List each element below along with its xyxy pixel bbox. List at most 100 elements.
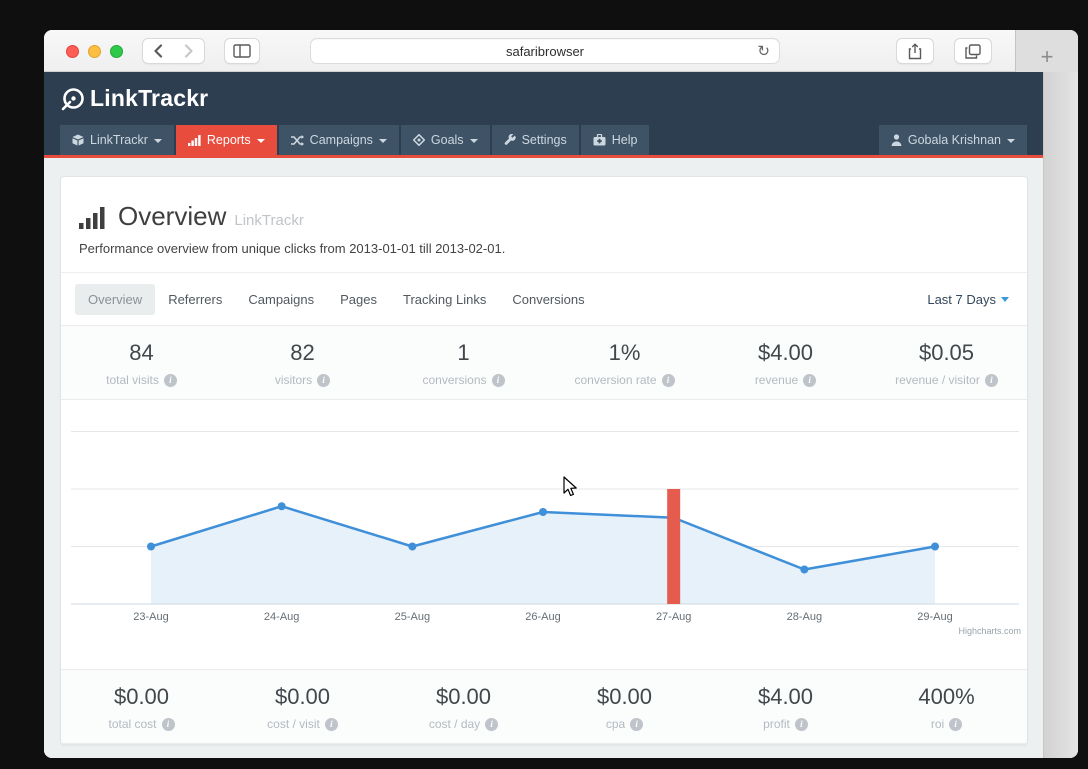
nav-label: Campaigns [309, 133, 373, 147]
svg-text:25-Aug: 25-Aug [395, 611, 430, 623]
date-range-label: Last 7 Days [927, 292, 996, 307]
nav-item-reports[interactable]: Reports [175, 125, 277, 155]
close-window-button[interactable] [66, 45, 79, 58]
zoom-window-button[interactable] [110, 45, 123, 58]
main-nav: LinkTrackr Reports Campaigns Goals Setti [44, 125, 1043, 158]
svg-text:23-Aug: 23-Aug [133, 611, 168, 623]
overview-card: Overview LinkTrackr Performance overview… [60, 176, 1028, 745]
stat-revenue-per-visitor: $0.05 revenue / visitor i [866, 340, 1027, 387]
goal-diamond-icon [412, 134, 425, 146]
minimize-window-button[interactable] [88, 45, 101, 58]
stat-value: 400% [918, 684, 975, 709]
nav-label: Settings [521, 133, 567, 147]
stat-label: conversion rate [574, 373, 657, 387]
info-icon[interactable]: i [794, 717, 808, 731]
stat-label: conversions [422, 373, 487, 387]
info-icon[interactable]: i [324, 717, 338, 731]
stat-total-cost: $0.00 total cost i [61, 684, 222, 731]
svg-text:27-Aug: 27-Aug [656, 611, 691, 623]
stat-value: $4.00 [757, 340, 814, 365]
info-icon[interactable]: i [949, 717, 963, 731]
nav-item-campaigns[interactable]: Campaigns [278, 125, 399, 155]
stat-conversions: 1 conversions i [383, 340, 544, 387]
nav-item-goals[interactable]: Goals [400, 125, 490, 155]
page-title: Overview [118, 201, 227, 231]
info-icon[interactable]: i [984, 373, 998, 387]
new-tab-area: + [1015, 30, 1078, 72]
stat-value: $0.05 [918, 340, 975, 365]
stat-label: total visits [106, 373, 159, 387]
back-button[interactable] [142, 38, 174, 64]
visits-chart: 23-Aug 24-Aug 25-Aug 26-Aug 27-Aug 28-Aug 29-A… [71, 431, 1021, 636]
stat-label: visitors [274, 373, 313, 387]
shuffle-icon [290, 134, 304, 146]
svg-text:24-Aug: 24-Aug [264, 611, 299, 623]
forward-button[interactable] [173, 38, 205, 64]
chevron-down-icon [378, 138, 387, 143]
stat-value: $4.00 [757, 684, 814, 709]
stat-roi: 400% roi i [866, 684, 1027, 731]
new-tab-button[interactable]: + [1041, 42, 1054, 72]
date-range-selector[interactable]: Last 7 Days [927, 292, 1013, 307]
browser-titlebar: safaribrowser ↻ + [44, 30, 1078, 72]
user-icon [891, 134, 902, 146]
info-icon[interactable]: i [803, 373, 817, 387]
browser-window: safaribrowser ↻ + LinkTrackr LinkTrackr [44, 30, 1078, 758]
report-tabs: Overview Referrers Campaigns Pages Track… [61, 273, 1027, 325]
tab-conversions[interactable]: Conversions [499, 284, 597, 315]
chevron-right-icon [184, 44, 193, 58]
page-title-suffix: LinkTrackr [234, 212, 304, 229]
stat-value: 1 [457, 340, 470, 365]
stat-label: cost / day [428, 717, 481, 731]
address-bar[interactable]: safaribrowser ↻ [310, 38, 780, 64]
tab-campaigns[interactable]: Campaigns [235, 284, 327, 315]
page-subtitle: Performance overview from unique clicks … [79, 241, 506, 256]
nav-item-settings[interactable]: Settings [491, 125, 579, 155]
stat-value: $0.00 [274, 684, 331, 709]
chevron-down-icon [469, 138, 478, 143]
svg-text:29-Aug: 29-Aug [917, 611, 952, 623]
user-menu[interactable]: Gobala Krishnan [878, 125, 1027, 155]
card-header: Overview LinkTrackr Performance overview… [61, 177, 1027, 273]
tab-referrers[interactable]: Referrers [155, 284, 235, 315]
wrench-icon [504, 134, 516, 145]
show-tabs-button[interactable] [954, 38, 992, 64]
svg-text:Highcharts.com: Highcharts.com [958, 626, 1021, 636]
reload-icon[interactable]: ↻ [757, 42, 770, 60]
sidebar-toggle-button[interactable] [224, 38, 260, 64]
stat-cost-per-visit: $0.00 cost / visit i [222, 684, 383, 731]
tab-overview[interactable]: Overview [75, 284, 156, 315]
stat-label: revenue / visitor [895, 373, 980, 387]
chevron-left-icon [154, 44, 163, 58]
info-icon[interactable]: i [630, 717, 644, 731]
info-icon[interactable]: i [317, 373, 331, 387]
user-name: Gobala Krishnan [907, 133, 1001, 147]
share-button[interactable] [896, 38, 934, 64]
medkit-icon [593, 134, 606, 146]
cube-icon [72, 134, 84, 146]
stat-profit: $4.00 profit i [705, 684, 866, 731]
stat-visitors: 82 visitors i [222, 340, 383, 387]
stat-label: revenue [754, 373, 799, 387]
tabs-overview-icon [965, 43, 981, 59]
window-controls [66, 45, 123, 58]
tab-tracking-links[interactable]: Tracking Links [390, 284, 499, 315]
info-icon[interactable]: i [661, 373, 675, 387]
stat-value: $0.00 [596, 684, 653, 709]
info-icon[interactable]: i [163, 373, 177, 387]
nav-item-linktrackr[interactable]: LinkTrackr [60, 125, 174, 155]
nav-item-help[interactable]: Help [580, 125, 650, 155]
stat-cpa: $0.00 cpa i [544, 684, 705, 731]
tab-pages[interactable]: Pages [327, 284, 390, 315]
brand-logo[interactable]: LinkTrackr [60, 85, 208, 112]
address-bar-text: safaribrowser [505, 43, 585, 59]
info-icon[interactable]: i [485, 717, 499, 731]
chevron-down-icon [1001, 297, 1009, 302]
nav-label: Goals [430, 133, 464, 147]
info-icon[interactable]: i [491, 373, 505, 387]
stat-label: roi [930, 717, 945, 731]
page-area: Overview LinkTrackr Performance overview… [44, 161, 1043, 758]
stat-label: profit [763, 717, 790, 731]
info-icon[interactable]: i [161, 717, 175, 731]
